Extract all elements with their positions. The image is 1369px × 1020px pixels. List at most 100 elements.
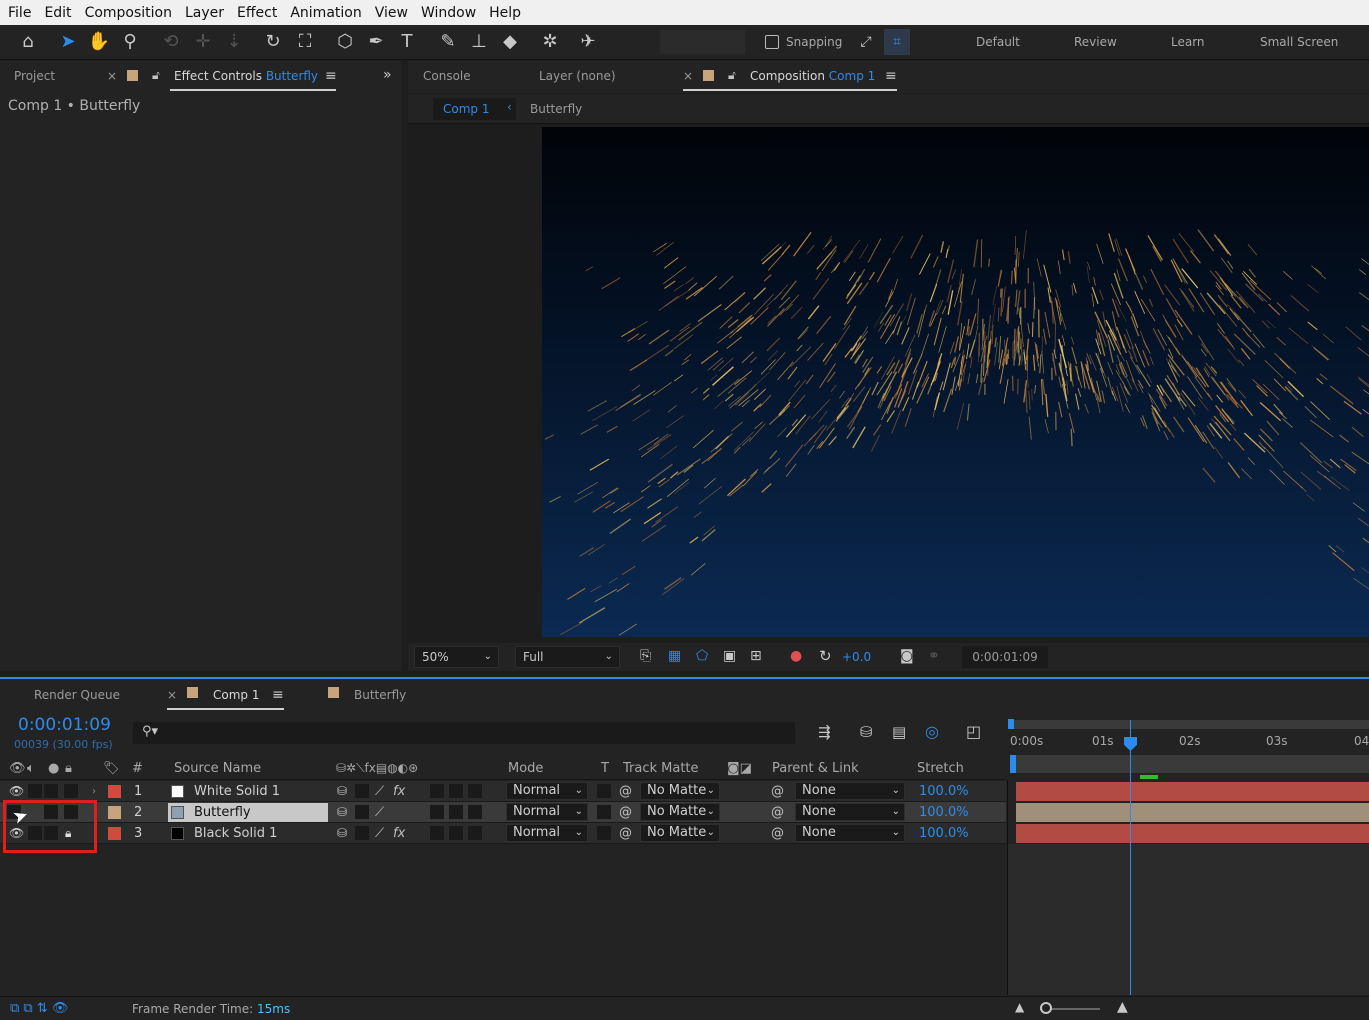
layer-row[interactable]: 👁︎ 🔒︎ 3 Black Solid 1 ⛁ ⟋ fx Normal ⌄ @ No Matte ⌄ @… xyxy=(0,823,1006,844)
menu-composition[interactable]: Composition xyxy=(85,5,172,21)
parent-pickwhip-icon[interactable]: @ xyxy=(771,781,784,802)
layer-label-color[interactable] xyxy=(108,827,121,840)
snapshot-icon[interactable]: ◙ xyxy=(900,648,914,664)
parent-dropdown[interactable]: None ⌄ xyxy=(795,803,905,821)
panel-menu-icon[interactable]: ≡ xyxy=(325,68,337,84)
stretch-value[interactable]: 100.0% xyxy=(919,781,969,802)
frame-blend-switch[interactable] xyxy=(430,826,444,840)
matte-pickwhip-icon[interactable]: @ xyxy=(619,802,632,823)
timeline-empty-area[interactable] xyxy=(1008,844,1369,995)
zoom-in-icon[interactable]: ▲ xyxy=(1117,999,1128,1015)
shape-tool-icon[interactable]: ⬡ xyxy=(332,29,358,55)
rotate-tool-icon[interactable]: ↻ xyxy=(260,29,286,55)
audio-toggle[interactable] xyxy=(28,784,42,798)
lock-icon[interactable]: 🔓︎ xyxy=(728,68,736,83)
parent-dropdown[interactable]: None ⌄ xyxy=(795,824,905,842)
adjustment-switch[interactable] xyxy=(468,784,482,798)
frame-blend-switch[interactable] xyxy=(430,805,444,819)
menu-layer[interactable]: Layer xyxy=(185,5,224,21)
menu-effect[interactable]: Effect xyxy=(237,5,277,21)
playhead-line[interactable] xyxy=(1130,720,1131,995)
lock-toggle[interactable] xyxy=(64,784,78,798)
anchor-tool-icon[interactable]: ⛶ xyxy=(292,29,318,55)
composition-mini-flowchart-icon[interactable]: ⇶ xyxy=(818,723,831,741)
layer-name[interactable]: Butterfly xyxy=(194,802,251,823)
close-icon[interactable]: × xyxy=(107,69,117,83)
expand-panels-icon[interactable]: » xyxy=(383,67,392,83)
menu-view[interactable]: View xyxy=(375,5,408,21)
preserve-transparency-toggle[interactable] xyxy=(597,805,611,819)
orbit-camera-icon[interactable]: ⟲ xyxy=(158,29,184,55)
zoom-slider-thumb[interactable] xyxy=(1040,1002,1052,1014)
current-time[interactable]: 0:00:01:09 xyxy=(18,715,111,735)
col-track-matte[interactable]: Track Matte xyxy=(623,761,699,776)
layer-name[interactable]: White Solid 1 xyxy=(194,781,280,802)
work-area-bar[interactable] xyxy=(1010,720,1369,729)
collapse-switch[interactable] xyxy=(355,805,369,819)
hand-tool-icon[interactable]: ✋ xyxy=(86,29,112,55)
footer-toggle-icons[interactable]: ⧉ ⧉ ⇅ 👁︎ xyxy=(10,1001,68,1016)
layer-duration-bar[interactable] xyxy=(1016,824,1369,843)
subtab-comp[interactable]: Comp 1 xyxy=(443,102,489,116)
adjustment-switch[interactable] xyxy=(468,826,482,840)
frame-blending-icon[interactable]: ▤ xyxy=(892,723,906,741)
menu-edit[interactable]: Edit xyxy=(44,5,71,21)
dolly-camera-icon[interactable]: ⇣ xyxy=(221,29,247,55)
layer-duration-bar[interactable] xyxy=(1016,782,1369,801)
stretch-value[interactable]: 100.0% xyxy=(919,823,969,844)
layer-label-color[interactable] xyxy=(108,785,121,798)
frame-blend-switch[interactable] xyxy=(430,784,444,798)
col-number[interactable]: # xyxy=(132,761,143,776)
layer-row[interactable]: 2 Butterfly ⛁ ⟋ Normal ⌄ @ No Matte ⌄ @ None ⌄ 100.0… xyxy=(0,802,1006,823)
subtab-butterfly[interactable]: Butterfly xyxy=(530,102,582,116)
mode-dropdown[interactable]: Normal ⌄ xyxy=(506,782,588,800)
col-t[interactable]: T xyxy=(601,761,609,776)
snap-expand-icon[interactable]: ⤢ xyxy=(853,29,879,55)
shy-layers-icon[interactable]: ⛁ xyxy=(860,723,873,741)
effects-switch-icon[interactable]: fx xyxy=(393,781,405,802)
region-of-interest-icon[interactable]: ▣ xyxy=(723,648,736,664)
roto-brush-icon[interactable]: ✲ xyxy=(537,29,563,55)
zoom-dropdown[interactable]: 50% ⌄ xyxy=(414,646,499,668)
home-icon[interactable]: ⌂ xyxy=(15,29,41,55)
reset-exposure-icon[interactable]: ↻ xyxy=(819,647,832,665)
zoom-out-icon[interactable]: ▲ xyxy=(1015,1000,1024,1014)
menu-animation[interactable]: Animation xyxy=(290,5,361,21)
chevron-right-icon[interactable]: › xyxy=(92,781,96,802)
menu-window[interactable]: Window xyxy=(421,5,476,21)
clone-stamp-icon[interactable]: ⊥ xyxy=(466,29,492,55)
tab-project[interactable]: Project xyxy=(14,69,55,83)
tab-console[interactable]: Console xyxy=(423,69,471,83)
show-snapshot-icon[interactable]: ⚭ xyxy=(928,648,940,664)
parent-pickwhip-icon[interactable]: @ xyxy=(771,823,784,844)
workspace-default[interactable]: Default xyxy=(976,35,1020,49)
fast-previews-icon[interactable]: ⎘ xyxy=(640,648,651,664)
resolution-dropdown[interactable]: Full ⌄ xyxy=(515,646,620,668)
solo-icon[interactable]: ● xyxy=(48,761,59,776)
parent-pickwhip-icon[interactable]: @ xyxy=(771,802,784,823)
matte-pickwhip-icon[interactable]: @ xyxy=(619,781,632,802)
tab-butterfly[interactable]: Butterfly xyxy=(354,688,406,702)
quality-switch-icon[interactable]: ⟋ xyxy=(375,802,384,823)
lock-icon[interactable]: 🔓︎ xyxy=(152,68,160,83)
close-icon[interactable]: × xyxy=(167,688,177,702)
pan-camera-icon[interactable]: ✛ xyxy=(190,29,216,55)
mode-dropdown[interactable]: Normal ⌄ xyxy=(506,824,588,842)
transparency-grid-icon[interactable]: ▦ xyxy=(668,648,681,664)
eraser-tool-icon[interactable]: ◆ xyxy=(497,29,523,55)
quality-switch-icon[interactable]: ⟋ xyxy=(375,781,384,802)
timeline-scroll-handle[interactable] xyxy=(1010,755,1016,773)
tab-comp[interactable]: Comp 1 xyxy=(213,688,259,702)
type-tool-icon[interactable]: T xyxy=(394,29,420,55)
layer-search-input[interactable] xyxy=(133,722,795,744)
motion-blur-icon[interactable]: ◎ xyxy=(925,722,939,741)
eye-icon[interactable]: 👁︎ xyxy=(9,761,26,776)
eye-icon[interactable]: 👁︎ xyxy=(9,781,24,802)
menu-file[interactable]: File xyxy=(8,5,31,21)
matte-pickwhip-icon[interactable]: @ xyxy=(619,823,632,844)
adjustment-switch[interactable] xyxy=(468,805,482,819)
track-matte-dropdown[interactable]: No Matte ⌄ xyxy=(640,803,720,821)
menu-help[interactable]: Help xyxy=(489,5,521,21)
solo-toggle[interactable] xyxy=(44,784,58,798)
collapse-switch[interactable] xyxy=(355,826,369,840)
